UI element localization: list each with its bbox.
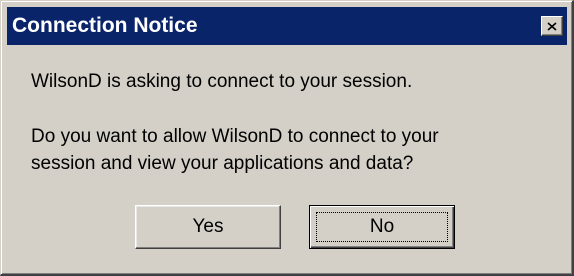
question-line-2: session and view your applications and d… (31, 153, 414, 174)
connection-notice-dialog: Connection Notice WilsonD is asking to c… (0, 0, 574, 276)
close-icon (547, 21, 557, 31)
close-button[interactable] (541, 16, 563, 36)
yes-button[interactable]: Yes (135, 205, 281, 249)
question-line-1: Do you want to allow WilsonD to connect … (31, 126, 439, 147)
dialog-title: Connection Notice (12, 14, 198, 37)
no-button-label: No (369, 216, 395, 237)
no-button[interactable]: No (309, 205, 455, 249)
yes-button-label: Yes (192, 216, 224, 237)
dialog-message: WilsonD is asking to connect to your ses… (31, 71, 413, 92)
title-bar[interactable]: Connection Notice (7, 7, 567, 45)
dialog-question: Do you want to allow WilsonD to connect … (31, 123, 439, 177)
